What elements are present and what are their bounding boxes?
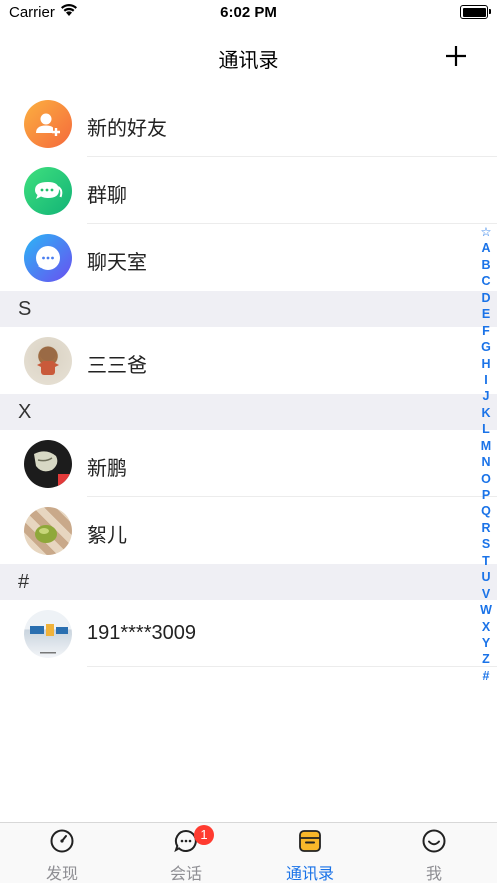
- index-letter[interactable]: F: [479, 323, 493, 339]
- index-letter[interactable]: Z: [479, 651, 493, 667]
- index-letter[interactable]: I: [479, 372, 493, 388]
- tab-me[interactable]: 我: [372, 823, 496, 883]
- row-divider: [87, 666, 497, 667]
- section-letter: X: [18, 401, 32, 423]
- tab-label: 会话: [169, 866, 202, 883]
- navigation-bar: 通讯录: [0, 26, 497, 90]
- tab-label: 发现: [45, 866, 78, 883]
- add-icon[interactable]: [445, 45, 467, 67]
- add-friend-icon: [24, 100, 72, 148]
- chat-room-label: 聊天室: [87, 252, 147, 274]
- index-letter[interactable]: Y: [479, 635, 493, 651]
- contact-name: 三三爸: [87, 355, 147, 377]
- index-letter[interactable]: C: [479, 273, 493, 289]
- unread-badge: 1: [194, 825, 214, 845]
- contacts-list: 新的好友 群聊 聊天室 S 三三爸 X 新鹏 絮儿 # 191****3009: [0, 90, 497, 667]
- contact-row[interactable]: 191****3009: [0, 600, 497, 667]
- contacts-box-icon: [298, 829, 322, 853]
- index-letter[interactable]: W: [479, 602, 493, 618]
- section-header-s: S: [0, 291, 497, 327]
- smiley-icon: [422, 829, 446, 853]
- index-letter[interactable]: V: [479, 586, 493, 602]
- index-letter[interactable]: O: [479, 471, 493, 487]
- index-letter[interactable]: R: [479, 520, 493, 536]
- index-letter[interactable]: L: [479, 421, 493, 437]
- group-chat-row[interactable]: 群聊: [0, 157, 497, 224]
- avatar: [24, 610, 72, 658]
- index-letter[interactable]: T: [479, 553, 493, 569]
- contact-name: 新鹏: [87, 458, 127, 480]
- index-letter[interactable]: P: [479, 487, 493, 503]
- index-letter[interactable]: E: [479, 306, 493, 322]
- clock: 6:02 PM: [220, 4, 277, 21]
- contact-row[interactable]: 新鹏: [0, 430, 497, 497]
- contact-row[interactable]: 三三爸: [0, 327, 497, 394]
- battery-icon: [460, 5, 491, 19]
- section-letter: S: [18, 298, 32, 320]
- index-letter[interactable]: H: [479, 356, 493, 372]
- group-chat-icon: [24, 167, 72, 215]
- tab-contacts[interactable]: 通讯录: [248, 823, 372, 883]
- compass-icon: [50, 829, 74, 853]
- index-letter[interactable]: ☆: [479, 224, 493, 240]
- section-header-x: X: [0, 394, 497, 430]
- index-letter[interactable]: B: [479, 257, 493, 273]
- avatar: [24, 507, 72, 555]
- new-friends-row[interactable]: 新的好友: [0, 90, 497, 157]
- index-letter[interactable]: M: [479, 438, 493, 454]
- avatar: [24, 440, 72, 488]
- page-title: 通讯录: [218, 50, 279, 72]
- avatar: [24, 337, 72, 385]
- section-letter: #: [18, 571, 30, 593]
- index-letter[interactable]: A: [479, 240, 493, 256]
- index-letter[interactable]: S: [479, 536, 493, 552]
- contact-name: 191****3009: [87, 622, 196, 644]
- tab-bar: 发现 1 会话 通讯录 我: [0, 822, 497, 883]
- index-letter[interactable]: U: [479, 569, 493, 585]
- chat-room-icon: [24, 234, 72, 282]
- index-letter[interactable]: X: [479, 619, 493, 635]
- section-header-hash: #: [0, 564, 497, 600]
- index-letter[interactable]: J: [479, 388, 493, 404]
- contact-name: 絮儿: [87, 525, 127, 547]
- contact-row[interactable]: 絮儿: [0, 497, 497, 564]
- tab-label: 我: [425, 866, 442, 883]
- index-letter[interactable]: G: [479, 339, 493, 355]
- tab-discover[interactable]: 发现: [0, 823, 124, 883]
- index-letter[interactable]: Q: [479, 503, 493, 519]
- index-letter[interactable]: K: [479, 405, 493, 421]
- new-friends-label: 新的好友: [87, 118, 167, 140]
- status-bar: Carrier 6:02 PM: [0, 0, 497, 26]
- alphabet-index[interactable]: ☆ A B C D E F G H I J K L M N O P Q R S T U V W X Y Z #: [479, 224, 493, 684]
- index-letter[interactable]: N: [479, 454, 493, 470]
- chat-room-row[interactable]: 聊天室: [0, 224, 497, 291]
- group-chat-label: 群聊: [87, 185, 127, 207]
- tab-conversations[interactable]: 1 会话: [124, 823, 248, 883]
- index-letter[interactable]: #: [479, 668, 493, 684]
- index-letter[interactable]: D: [479, 290, 493, 306]
- tab-label: 通讯录: [285, 866, 334, 883]
